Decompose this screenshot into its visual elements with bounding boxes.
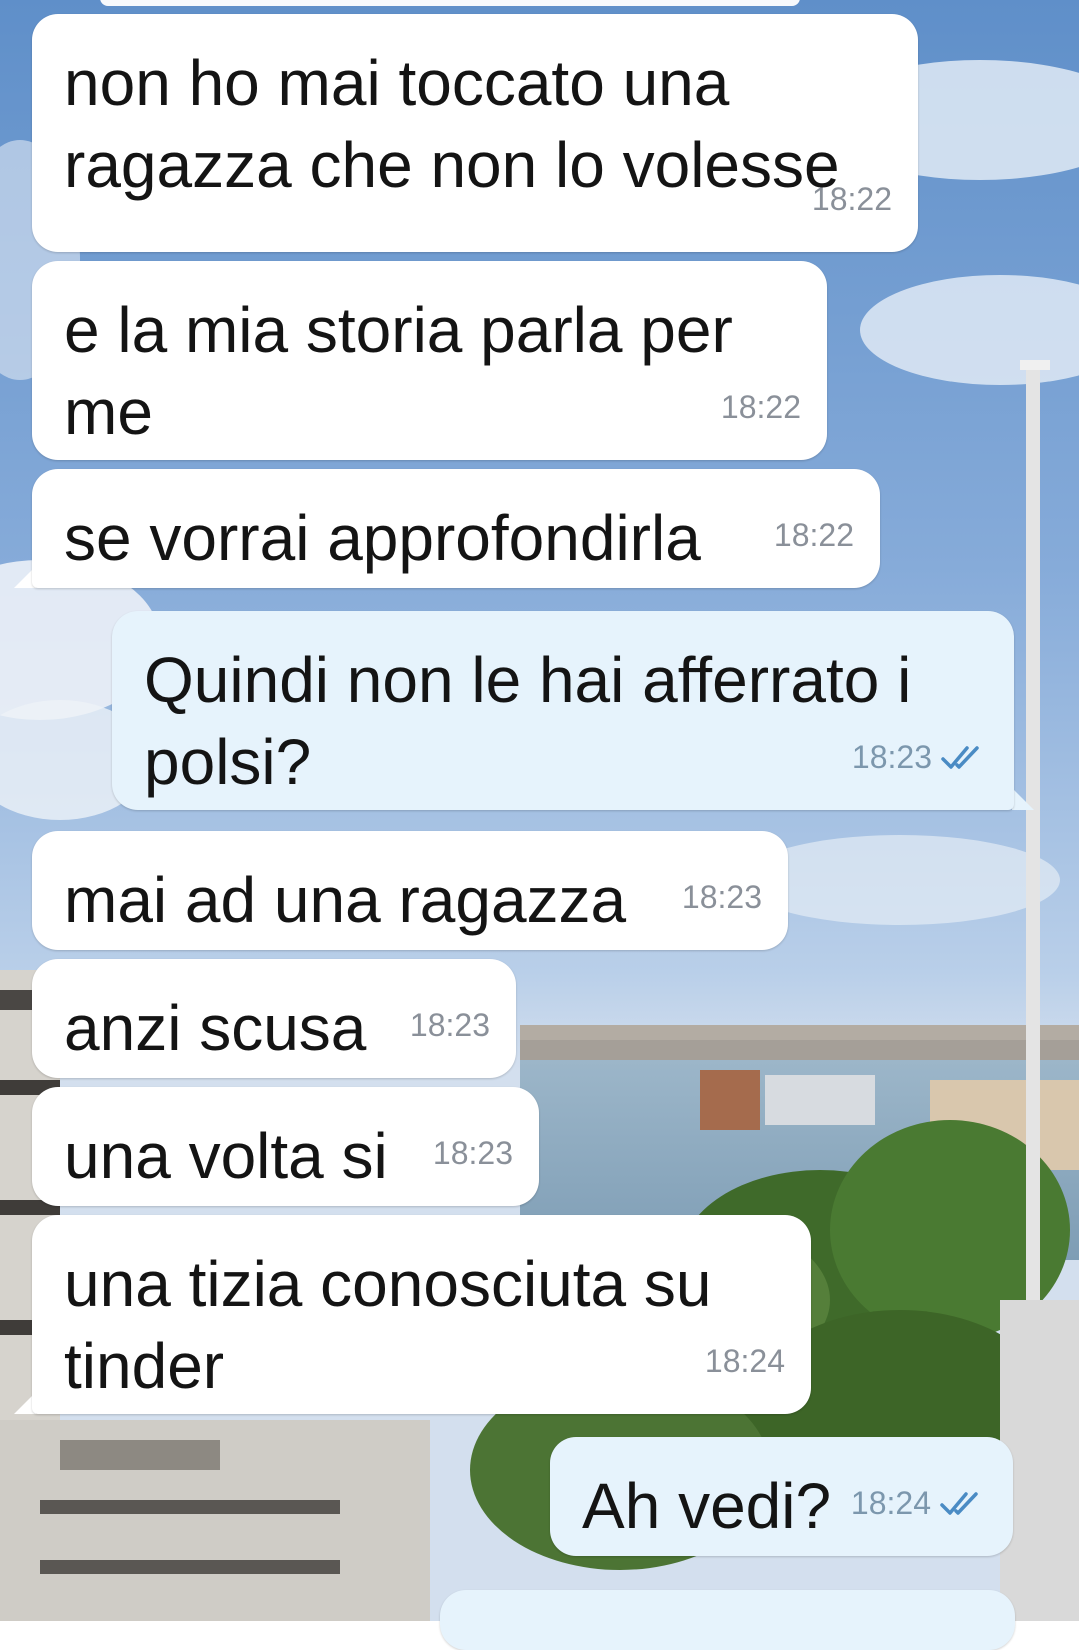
message-meta: 18:24 [851, 1462, 987, 1544]
message-text: se vorrai approfondirla [64, 502, 701, 574]
message-meta: 18:22 [812, 158, 892, 240]
message-time: 18:23 [681, 879, 762, 915]
previous-message-edge [100, 0, 800, 6]
message-bubble-incoming[interactable]: una volta si 18:23 [32, 1087, 539, 1206]
message-time: 18:23 [432, 1135, 513, 1171]
message-time: 18:23 [851, 739, 932, 775]
message-text: e la mia storia parla per me [64, 294, 733, 448]
message-list[interactable]: non ho mai toccato una ragazza che non l… [0, 0, 1079, 1650]
message-time: 18:22 [811, 181, 892, 217]
message-text: una tizia conosciuta su tinder [64, 1248, 712, 1402]
message-text: non ho mai toccato una ragazza che non l… [64, 47, 840, 201]
message-meta: 18:23 [682, 856, 762, 938]
message-bubble-incoming[interactable]: non ho mai toccato una ragazza che non l… [32, 14, 918, 252]
message-text: mai ad una ragazza [64, 864, 627, 936]
message-bubble-outgoing[interactable]: Ah vedi? 18:24 [550, 1437, 1013, 1556]
message-bubble-incoming[interactable]: e la mia storia parla per me 18:22 [32, 261, 827, 460]
double-check-icon [941, 746, 979, 769]
message-time: 18:23 [409, 1007, 490, 1043]
message-bubble-outgoing[interactable]: Quindi non le hai afferrato i polsi? 18:… [112, 611, 1014, 810]
message-bubble-incoming[interactable]: una tizia conosciuta su tinder 18:24 [32, 1215, 811, 1414]
message-meta: 18:23 [410, 984, 490, 1066]
message-bubble-incoming[interactable]: se vorrai approfondirla 18:22 [32, 469, 880, 588]
message-meta: 18:22 [774, 494, 854, 576]
message-meta: 18:23 [433, 1112, 513, 1194]
message-time: 18:24 [850, 1485, 931, 1521]
bubble-tail [1012, 788, 1034, 810]
double-check-icon [940, 1492, 978, 1515]
message-bubble-incoming[interactable]: mai ad una ragazza 18:23 [32, 831, 788, 950]
message-time: 18:24 [704, 1343, 785, 1379]
message-meta: 18:24 [705, 1320, 785, 1402]
message-bubble-incoming[interactable]: anzi scusa 18:23 [32, 959, 516, 1078]
message-meta: 18:23 [852, 716, 988, 798]
message-time: 18:22 [773, 517, 854, 553]
message-time: 18:22 [720, 389, 801, 425]
message-meta: 18:22 [721, 366, 801, 448]
next-message-edge [440, 1590, 1015, 1650]
